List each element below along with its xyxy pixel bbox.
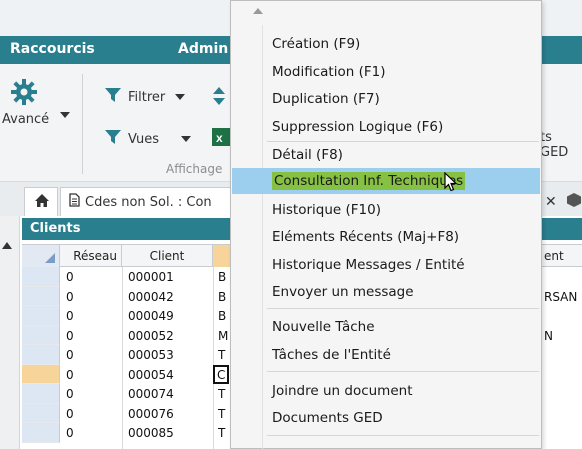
menu-item-modification[interactable]: Modification (F1) xyxy=(232,59,540,85)
menu-separator xyxy=(267,308,539,309)
cell-name: T xyxy=(218,426,226,440)
vues-dropdown-icon xyxy=(181,136,192,142)
row-header[interactable] xyxy=(22,423,60,443)
tab-cdes-non-sol-label: Cdes non Sol. : Con xyxy=(85,194,212,210)
cell-client: 000085 xyxy=(128,426,174,440)
cell-reseau: 0 xyxy=(66,426,74,440)
cell-extra: N xyxy=(544,328,553,343)
cell-client: 000074 xyxy=(128,387,174,401)
cell-name: B xyxy=(218,309,227,323)
avance-dropdown-icon[interactable] xyxy=(60,112,70,118)
context-menu: Création (F9) Modification (F1) Duplicat… xyxy=(230,0,542,449)
menu-separator xyxy=(267,435,539,436)
vues-label: Vues xyxy=(128,131,160,147)
menu-item-detail[interactable]: Détail (F8) xyxy=(232,142,540,168)
ribbon-tab-admin[interactable]: Admin xyxy=(178,41,228,57)
gear-icon xyxy=(10,78,38,110)
collapse-arrow-icon[interactable] xyxy=(2,242,12,249)
row-header[interactable] xyxy=(22,325,60,345)
cell-reseau: 0 xyxy=(66,328,74,343)
cell-client: 000049 xyxy=(128,309,174,323)
cell-client: 000042 xyxy=(128,289,174,304)
menu-item-consultation-inf-techniques[interactable]: Consultation Inf. Techniques xyxy=(232,168,540,194)
row-header[interactable] xyxy=(22,267,60,287)
cell-name: B xyxy=(218,270,227,284)
filtrer-button[interactable]: Filtrer xyxy=(104,86,186,108)
cell-name: T xyxy=(218,348,226,362)
close-icon[interactable]: ✕ xyxy=(545,193,557,210)
cell-name: T xyxy=(218,406,226,421)
filter-icon xyxy=(104,128,122,150)
menu-item-duplication[interactable]: Duplication (F7) xyxy=(232,86,540,112)
cell-reseau: 0 xyxy=(66,387,74,401)
cell-client: 000053 xyxy=(128,348,174,362)
svg-text:x: x xyxy=(216,131,223,145)
cube-icon[interactable] xyxy=(566,192,582,211)
menu-item-creation[interactable]: Création (F9) xyxy=(232,31,540,57)
mouse-cursor-icon xyxy=(444,171,458,195)
cell-name: T xyxy=(218,387,226,401)
cell-reseau: 0 xyxy=(66,289,74,304)
menu-item-nouvelle-tache[interactable]: Nouvelle Tâche xyxy=(232,314,540,340)
tab-home[interactable] xyxy=(24,187,58,216)
cell-reseau: 0 xyxy=(66,367,74,382)
filtrer-dropdown-icon xyxy=(175,94,186,100)
filtrer-label: Filtrer xyxy=(128,89,166,105)
column-header-agent[interactable]: ent xyxy=(540,245,582,267)
affichage-group-label: Affichage xyxy=(166,162,223,176)
row-header[interactable] xyxy=(22,306,60,326)
row-header[interactable] xyxy=(22,384,60,404)
vues-button[interactable]: Vues xyxy=(104,128,192,150)
avance-label: Avancé xyxy=(2,112,50,127)
tab-cdes-non-sol[interactable]: Cdes non Sol. : Con xyxy=(60,187,232,216)
row-header[interactable] xyxy=(22,364,60,384)
menu-item-documents-ged[interactable]: Documents GED xyxy=(232,405,540,431)
row-header[interactable] xyxy=(22,286,60,306)
sort-icon xyxy=(212,86,226,110)
avance-button[interactable]: Avancé xyxy=(2,78,49,127)
cell-reseau: 0 xyxy=(66,270,74,284)
filter-icon xyxy=(104,86,122,108)
cell-reseau: 0 xyxy=(66,309,74,323)
menu-item-elements-recents[interactable]: Eléments Récents (Maj+F8) xyxy=(232,224,540,250)
menu-item-joindre-document[interactable]: Joindre un document xyxy=(232,378,540,404)
menu-item-taches-entite[interactable]: Tâches de l'Entité xyxy=(232,342,540,368)
menu-item-historique[interactable]: Historique (F10) xyxy=(232,197,540,223)
document-icon xyxy=(69,193,80,211)
row-header[interactable] xyxy=(22,345,60,365)
home-icon xyxy=(34,193,50,212)
menu-item-suppression-logique[interactable]: Suppression Logique (F6) xyxy=(232,114,540,140)
column-header-client[interactable]: Client xyxy=(122,245,213,267)
ribbon-tab-raccourcis[interactable]: Raccourcis xyxy=(10,41,95,57)
cell-client: 000052 xyxy=(128,328,174,343)
left-gutter xyxy=(0,216,20,449)
cell-name-focused[interactable]: C xyxy=(213,364,230,384)
cell-client: 000001 xyxy=(128,270,174,284)
cell-name: B xyxy=(218,289,227,304)
menu-item-historique-messages[interactable]: Historique Messages / Entité xyxy=(232,252,540,278)
cell-client: 000076 xyxy=(128,406,174,421)
cell-reseau: 0 xyxy=(66,348,74,362)
cell-reseau: 0 xyxy=(66,406,74,421)
ribbon-separator xyxy=(82,74,83,174)
select-all-corner[interactable] xyxy=(22,245,60,267)
column-header-name[interactable] xyxy=(213,245,231,267)
ged-label: ts GED xyxy=(540,130,569,160)
menu-item-consultation-label: Consultation Inf. Techniques xyxy=(272,172,466,190)
menu-separator xyxy=(267,371,539,372)
excel-icon: x xyxy=(212,126,230,152)
menu-item-envoyer-message[interactable]: Envoyer un message xyxy=(232,279,540,305)
column-header-reseau[interactable]: Réseau xyxy=(60,245,122,267)
excel-export-button[interactable]: x xyxy=(212,126,230,152)
menu-scroll-up-icon[interactable] xyxy=(253,8,263,14)
cell-extra: RSAN xyxy=(544,289,578,304)
row-header[interactable] xyxy=(22,403,60,423)
sort-button[interactable] xyxy=(212,86,226,110)
cell-client: 000054 xyxy=(128,367,174,382)
